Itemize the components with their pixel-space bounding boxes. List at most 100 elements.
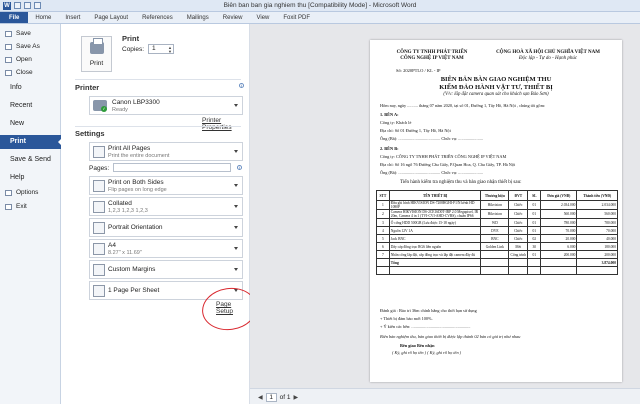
table-cell: 6 (376, 242, 390, 251)
tab-insert[interactable]: Insert (58, 12, 87, 23)
printer-dropdown[interactable]: ✓ Canon LBP3300 Ready (89, 96, 243, 115)
company-name-line2: CÔNG NGHỆ IP VIỆT NAM (400, 56, 464, 61)
table-cell: 5 (376, 234, 390, 243)
tab-foxit-pdf[interactable]: Foxit PDF (276, 12, 317, 23)
table-cell: Jack BNC (388, 234, 482, 243)
tab-file[interactable]: File (0, 12, 29, 23)
table-total-row: Tổng 3.874.000 (376, 258, 618, 267)
pages-input[interactable] (113, 163, 231, 172)
table-row (376, 266, 618, 275)
body-line: 1. BÊN A: (380, 112, 399, 117)
preview-status-bar: ◀ 1 of 1 ▶ (250, 388, 640, 404)
nav-print[interactable]: Print (0, 135, 62, 149)
nav-save-send[interactable]: Save & Send (0, 153, 61, 167)
tab-home[interactable]: Home (28, 12, 58, 23)
printer-properties-link[interactable]: Printer Properties (202, 117, 249, 131)
window-title: Biên ban ban gia nghiem thu [Compatibili… (223, 2, 417, 9)
orientation-dropdown[interactable]: Portrait Orientation (89, 218, 243, 237)
chevron-down-icon (234, 104, 238, 107)
table-row: 3 Ổ cứng HDD 500GB (Lưu được 15-18 ngày)… (376, 218, 618, 227)
body-line: Công ty: CÔNG TY TNHH PHÁT TRIỂN CÔNG NG… (380, 154, 507, 159)
table-cell: 3 (376, 218, 390, 227)
print-settings-panel: Print Print Copies: 1 ▲ ▼ Printer i ✓ Can… (61, 24, 260, 404)
backstage-nav: Save Save As Open Close Info Recent New … (0, 24, 62, 404)
current-page-input[interactable]: 1 (265, 393, 277, 402)
document-title-line2: KIỂM ĐẢO HÀNH VẬT TƯ, THIẾT BỊ (439, 83, 553, 91)
table-cell: 01 (527, 226, 542, 235)
previous-page-icon[interactable]: ◀ (258, 394, 263, 401)
table-cell: Chiếc (508, 218, 529, 227)
paper-size-desc: 8.27" x 11.69" (108, 250, 142, 256)
body-line: Tiến hành kiểm tra nghiệm thu và bàn gia… (400, 180, 522, 185)
margins-icon (93, 264, 105, 276)
nav-info[interactable]: Info (0, 81, 61, 95)
paper-size-dropdown[interactable]: A4 8.27" x 11.69" (89, 239, 243, 258)
nav-exit[interactable]: Exit (0, 201, 61, 213)
collation-dropdown[interactable]: Collated 1,2,3 1,2,3 1,2,3 (89, 197, 243, 216)
pages-per-sheet-label: 1 Page Per Sheet (108, 287, 160, 294)
footer-line: + Thiết bị đảm bảo mới 100%. (380, 316, 433, 321)
nav-help[interactable]: Help (0, 171, 61, 185)
col-header: Đơn giá (VNĐ) (540, 190, 578, 201)
margins-label: Custom Margins (108, 266, 156, 273)
print-button[interactable]: Print (81, 36, 112, 72)
portrait-icon (93, 222, 105, 234)
table-cell: 02 (527, 234, 542, 243)
print-range-dropdown[interactable]: Print All Pages Print the entire documen… (89, 142, 243, 161)
copies-input[interactable]: 1 ▲ ▼ (148, 44, 174, 54)
copies-label: Copies: (122, 46, 145, 53)
table-cell: 01 (527, 200, 542, 210)
copies-spinner-icon[interactable]: ▲ ▼ (168, 46, 172, 54)
settings-heading: Settings (75, 129, 105, 138)
nav-open[interactable]: Open (0, 54, 61, 66)
chevron-down-icon (234, 150, 238, 153)
duplex-label: Print on Both Sides (108, 179, 164, 186)
table-row: 4 Nguồn 12V 1A DVE Chiếc 01 70.000 70.00… (376, 226, 618, 235)
body-line: Ông (Bà): ..............................… (380, 136, 483, 141)
tab-mailings[interactable]: Mailings (180, 12, 216, 23)
table-cell: Nhân công lắp đặt, cấp đồng trục và lắp … (388, 250, 482, 259)
table-cell: 780.000 (540, 218, 578, 227)
print-heading: Print (122, 34, 140, 43)
margins-dropdown[interactable]: Custom Margins (89, 260, 243, 279)
table-cell: Chiếc (508, 226, 529, 235)
nav-new[interactable]: New (0, 117, 61, 131)
tab-review[interactable]: Review (216, 12, 250, 23)
table-cell: 780.000 (576, 218, 618, 227)
chevron-down-icon (234, 205, 238, 208)
table-cell: 200.000 (576, 250, 618, 259)
table-header-row: STT TÊN THIẾT BỊ Thương hiệu ĐVT SL Đơn … (376, 190, 618, 201)
tab-references[interactable]: References (135, 12, 180, 23)
table-cell: 6.000 (540, 242, 578, 251)
table-cell: Hikvision (480, 209, 510, 219)
divider (75, 126, 241, 127)
table-cell: Chiếc (508, 209, 529, 219)
next-page-icon[interactable]: ▶ (293, 394, 298, 401)
options-icon (5, 190, 12, 196)
nav-options[interactable]: Options (0, 187, 61, 199)
tab-view[interactable]: View (249, 12, 276, 23)
table-cell: 70.000 (576, 226, 618, 235)
body-line: Hôm nay, ngày .......... tháng 07 năm 20… (380, 103, 546, 108)
chevron-down-icon (234, 226, 238, 229)
table-cell: Đầu ghi hình HIKVISION DS-7208HGHI-F1/N … (388, 200, 482, 210)
nav-save[interactable]: Save (0, 28, 61, 40)
collation-label: Collated (108, 200, 132, 207)
document-title: BIÊN BẢN BÀN GIAO NGHIỆM THU KIỂM ĐẢO HÀ… (370, 76, 622, 91)
table-cell: WD (480, 218, 510, 227)
table-cell: Chiếc (508, 200, 529, 210)
body-line: Công ty: Khách lẻ (380, 120, 412, 125)
body-line: Địa chỉ: Số 01 Đường 1, Tây Hồ, Hà Nội (380, 128, 451, 133)
col-header: ĐVT (508, 190, 529, 201)
table-row: 5 Jack BNC BNC Chiếc 02 20.000 40.000 (376, 234, 618, 243)
nav-recent[interactable]: Recent (0, 99, 61, 113)
tab-page-layout[interactable]: Page Layout (87, 12, 135, 23)
nav-close[interactable]: Close (0, 67, 61, 79)
pages-info-icon[interactable]: i (237, 165, 242, 170)
total-value: 3.874.000 (576, 258, 618, 267)
nav-save-as[interactable]: Save As (0, 41, 61, 53)
duplex-dropdown[interactable]: Print on Both Sides Flip pages on long e… (89, 176, 243, 195)
printer-info-icon[interactable]: i (239, 83, 244, 88)
table-cell: 30 (527, 242, 542, 251)
pages-icon (93, 146, 105, 158)
